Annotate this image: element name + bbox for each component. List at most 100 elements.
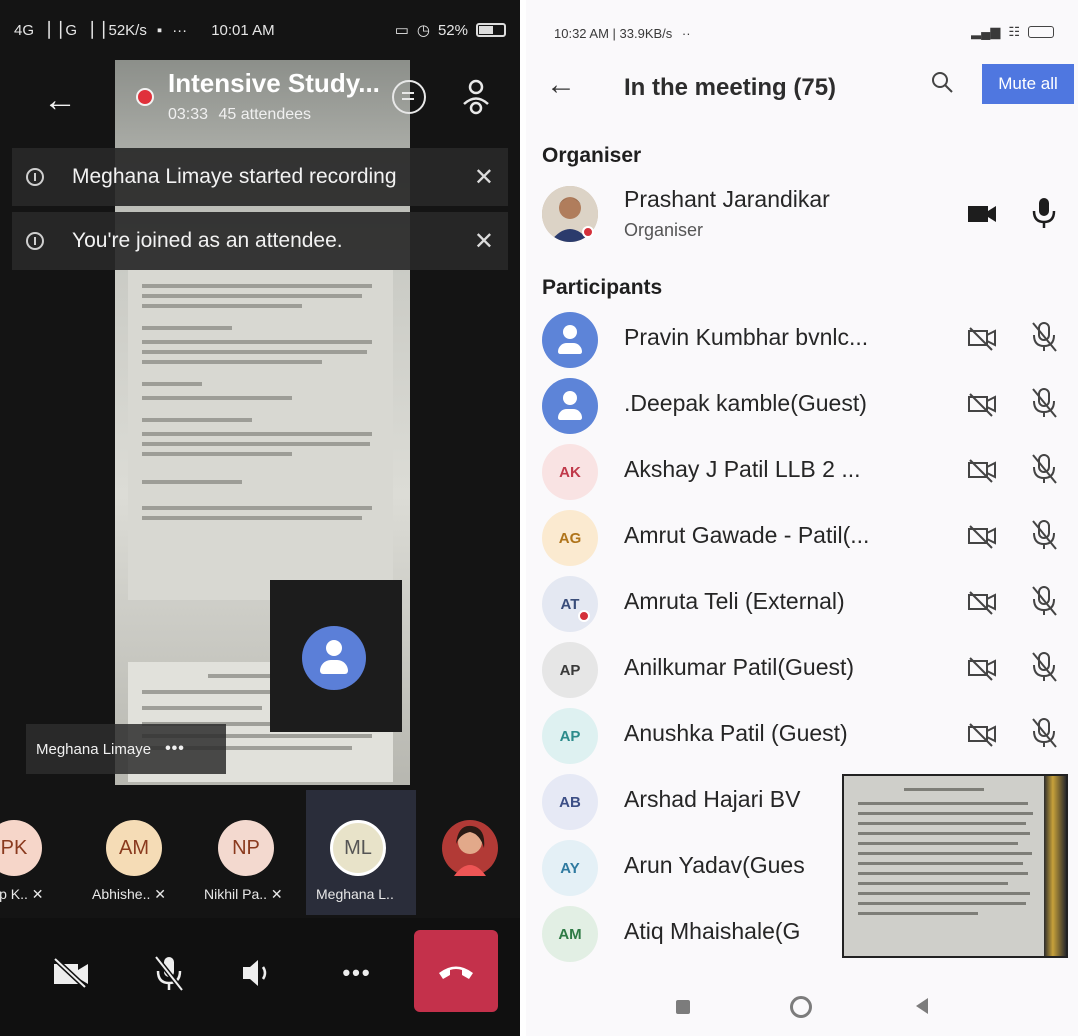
participant-name: Anushka Patil (Guest) [624, 720, 848, 746]
recording-banner: Meghana Limaye started recording ✕ [12, 148, 508, 206]
status-time: 10:01 AM [211, 21, 275, 39]
mic-off-icon[interactable] [134, 938, 204, 1008]
speaker-name: Meghana Limaye [36, 740, 152, 758]
close-icon[interactable]: ✕ [474, 227, 494, 256]
avatar-initials: AM [119, 836, 149, 859]
battery-icon [476, 23, 506, 37]
shared-screen-thumbnail[interactable] [842, 774, 1068, 958]
speaker-name-tag: Meghana Limaye ••• [26, 724, 226, 774]
mic-off-icon: ✕ [270, 886, 283, 902]
hang-up-button[interactable] [414, 930, 498, 1012]
back-arrow-icon[interactable]: ← [546, 68, 576, 102]
roster-item-active[interactable]: ML Meghana L.. [306, 790, 416, 915]
camera-off-icon [968, 723, 996, 747]
mute-all-button[interactable]: Mute all [982, 64, 1074, 104]
self-video-tile[interactable] [270, 580, 402, 732]
attendee-banner: You're joined as an attendee. ✕ [12, 212, 508, 270]
avatar-initials: AP [559, 727, 581, 745]
meeting-timer: 03:33 [168, 106, 209, 123]
camera-off-icon [968, 657, 996, 681]
camera-off-icon [968, 525, 996, 549]
roster-item[interactable] [420, 790, 520, 915]
participant-row[interactable]: AG Amrut Gawade - Patil(... [526, 504, 1078, 570]
organiser-row[interactable]: Prashant Jarandikar Organiser [526, 180, 1078, 246]
participant-row[interactable]: AP Anushka Patil (Guest) [526, 702, 1078, 768]
chat-icon[interactable] [392, 80, 426, 114]
organiser-name: Prashant Jarandikar [624, 186, 830, 212]
camera-off-icon [968, 327, 996, 351]
mic-off-icon [1032, 718, 1057, 748]
roster-item[interactable]: NP Nikhil Pa.. ✕ [204, 790, 314, 915]
status-bar: 4G ▕▕ G ▕▕ 52K/s ▪ ··· 10:01 AM ▭ ◷ 52% [0, 0, 520, 60]
speaker-more-button[interactable]: ••• [165, 740, 185, 758]
avatar: NP [218, 820, 274, 876]
participants-icon[interactable] [458, 78, 494, 116]
avatar [542, 312, 598, 368]
avatar-initials: ML [344, 836, 372, 859]
status-more: ·· [681, 26, 691, 41]
avatar-initials: AB [559, 793, 581, 811]
more-status: ··· [172, 21, 188, 39]
participant-row[interactable]: AK Akshay J Patil LLB 2 ... [526, 438, 1078, 504]
back-arrow-icon[interactable]: ← [40, 80, 80, 120]
banner-text: You're joined as an attendee. [72, 229, 343, 252]
call-controls: ••• [0, 918, 520, 1036]
status-icons: ▂▄▆ ☷ [971, 24, 1054, 40]
avatar-initials: PK [0, 836, 28, 859]
alarm-icon: ◷ [416, 22, 430, 39]
battery-icon [1028, 26, 1054, 38]
android-nav-bar [526, 980, 1078, 1036]
mic-off-icon: ✕ [154, 886, 166, 902]
speaker-icon[interactable] [222, 938, 292, 1008]
avatar: AY [542, 840, 598, 896]
camera-on-icon [968, 206, 996, 222]
recents-button[interactable] [676, 1000, 690, 1014]
document-page [128, 270, 393, 600]
avatar-initials: AY [560, 859, 580, 877]
signal-icon: ▂▄▆ [971, 24, 1001, 39]
search-icon[interactable] [930, 70, 954, 94]
mic-on-icon [1032, 198, 1056, 228]
home-button[interactable] [790, 996, 812, 1018]
info-icon [26, 232, 44, 250]
info-icon [26, 168, 44, 186]
camera-off-icon [968, 393, 996, 417]
roster-item[interactable]: AM Abhishe.. ✕ [92, 790, 202, 915]
participant-row[interactable]: .Deepak kamble(Guest) [526, 372, 1078, 438]
mic-off-icon [1032, 586, 1057, 616]
back-button[interactable] [916, 998, 928, 1014]
wifi-icon: ☷ [1008, 24, 1020, 39]
mic-off-icon [1032, 520, 1057, 550]
roster-name: Meghana L.. [316, 886, 394, 902]
participant-roster: PK ip K.. ✕ AM Abhishe.. ✕ NP Nikhil Pa.… [0, 790, 520, 915]
meeting-title[interactable]: Intensive Study... [168, 68, 380, 99]
roster-name: Nikhil Pa.. ✕ [204, 886, 283, 902]
recording-badge [578, 610, 590, 622]
avatar: AK [542, 444, 598, 500]
participant-row[interactable]: Pravin Kumbhar bvnlc... [526, 306, 1078, 372]
banner-text: Meghana Limaye started recording [72, 165, 397, 188]
avatar [302, 626, 366, 690]
avatar: AM [542, 906, 598, 962]
status-time: 10:32 AM | 33.9KB/s [554, 26, 673, 41]
roster-name: Abhishe.. ✕ [92, 886, 166, 902]
recording-badge [582, 226, 594, 238]
network-indicator: 4G ▕▕ G ▕▕ 52K/s [14, 22, 147, 39]
roster-item[interactable]: PK ip K.. ✕ [0, 790, 96, 915]
participant-row[interactable]: AP Anilkumar Patil(Guest) [526, 636, 1078, 702]
participant-name: Pravin Kumbhar bvnlc... [624, 324, 869, 350]
avatar: AP [542, 642, 598, 698]
avatar [542, 378, 598, 434]
mic-off-icon [1032, 652, 1057, 682]
page-title: In the meeting (75) [624, 74, 837, 101]
participant-row[interactable]: AT Amruta Teli (External) [526, 570, 1078, 636]
mic-off-icon: ✕ [31, 886, 44, 902]
meeting-header: ← Intensive Study... 03:33 45 attendees [0, 60, 520, 146]
avatar-photo [442, 820, 498, 876]
more-options-button[interactable]: ••• [322, 938, 392, 1008]
attendee-count: 45 attendees [218, 106, 312, 123]
participant-name: Arshad Hajari BV [624, 786, 801, 812]
close-icon[interactable]: ✕ [474, 163, 494, 192]
participant-name: Arun Yadav(Gues [624, 852, 805, 878]
camera-off-icon[interactable] [36, 938, 106, 1008]
